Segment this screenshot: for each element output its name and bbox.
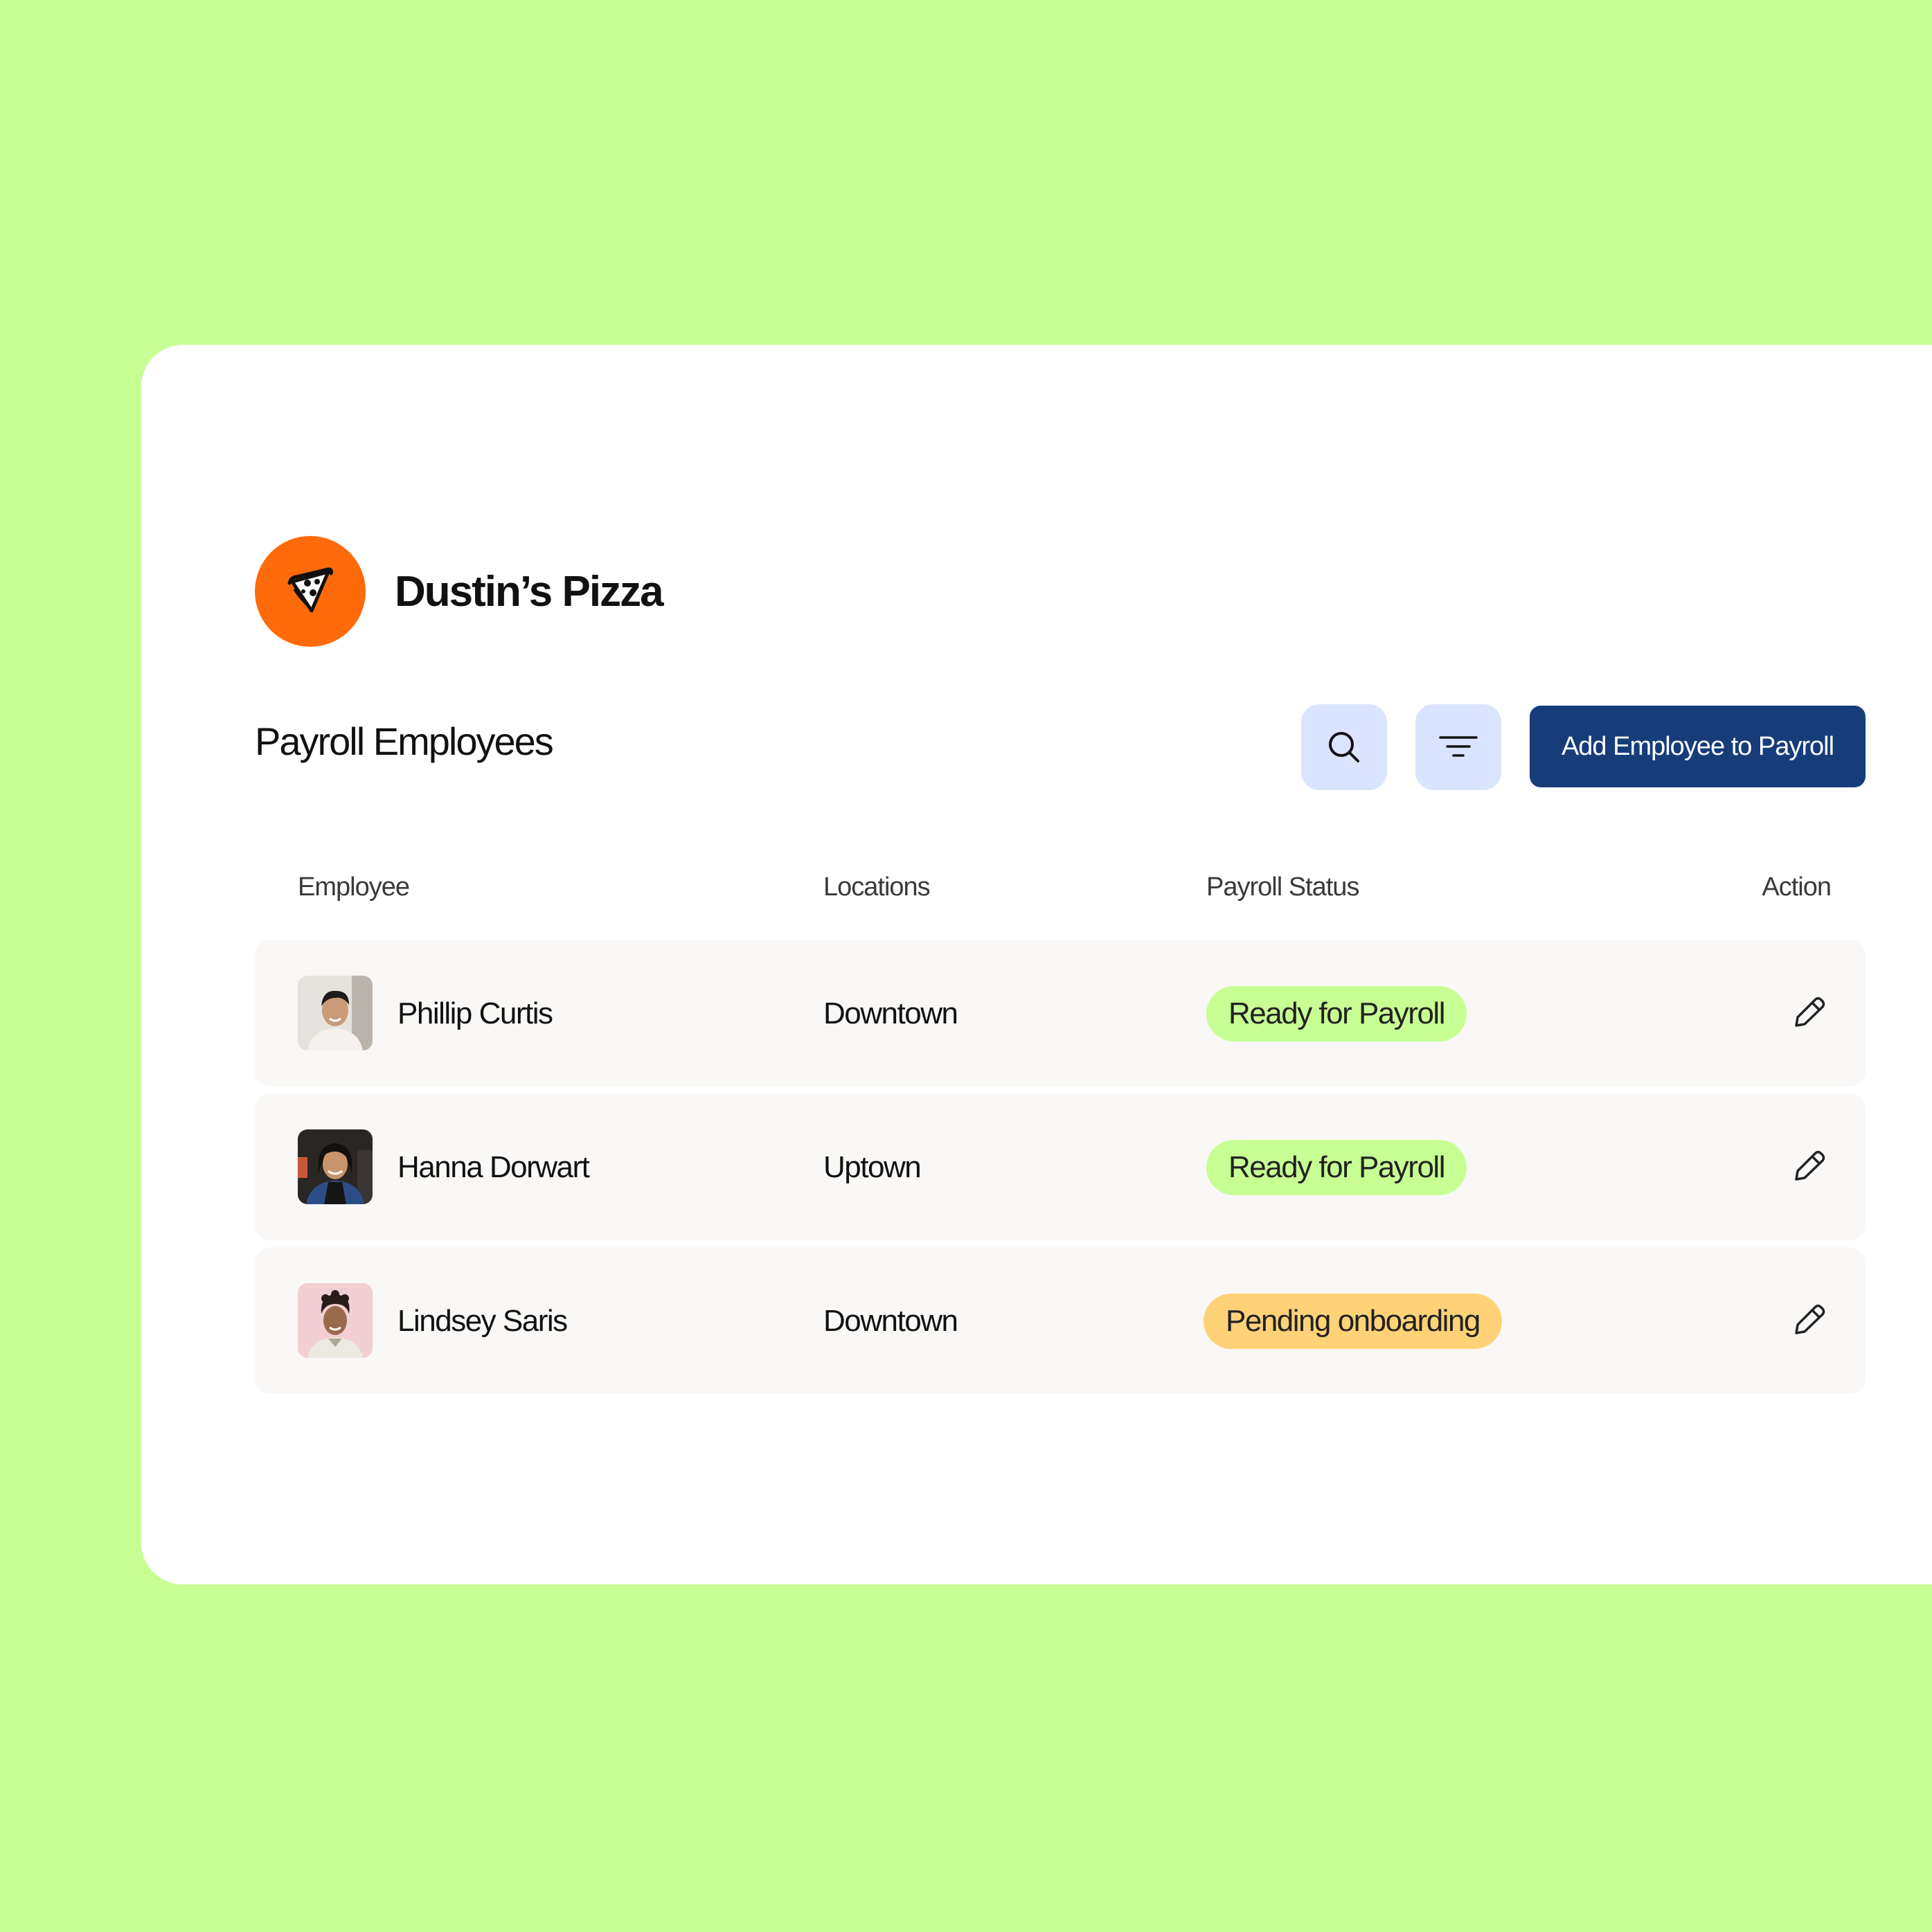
column-header-payroll-status: Payroll Status [1206, 873, 1359, 902]
pencil-edit-icon [1795, 1304, 1825, 1334]
brand-header: Dustin’s Pizza [255, 536, 664, 647]
employee-location: Downtown [823, 996, 958, 1030]
edit-button[interactable] [1782, 1294, 1835, 1347]
filter-button[interactable] [1415, 704, 1501, 790]
page-background: Dustin’s Pizza Payroll Employees Add Emp… [0, 0, 1932, 1932]
status-badge: Pending onboarding [1204, 1294, 1502, 1349]
edit-button[interactable] [1782, 1141, 1835, 1193]
search-button[interactable] [1301, 704, 1387, 790]
add-employee-button[interactable]: Add Employee to Payroll [1530, 706, 1866, 787]
pencil-edit-icon [1795, 996, 1825, 1027]
avatar [298, 976, 373, 1050]
table-row[interactable]: Hanna Dorwart Uptown Ready for Payroll [255, 1093, 1866, 1240]
employee-location: Downtown [823, 1304, 958, 1338]
search-icon [1329, 732, 1359, 762]
column-header-locations: Locations [823, 873, 931, 902]
table-row[interactable]: Lindsey Saris Downtown Pending onboardin… [255, 1247, 1866, 1394]
column-header-employee: Employee [298, 873, 410, 902]
brand-name: Dustin’s Pizza [395, 567, 664, 616]
employee-name: Hanna Dorwart [397, 1150, 590, 1184]
employee-location: Uptown [823, 1150, 922, 1184]
edit-button[interactable] [1782, 987, 1835, 1039]
pencil-edit-icon [1795, 1150, 1825, 1181]
avatar [298, 1129, 373, 1204]
employee-name: Lindsey Saris [397, 1304, 568, 1338]
status-badge: Ready for Payroll [1206, 1140, 1467, 1195]
status-badge: Ready for Payroll [1206, 986, 1467, 1041]
employee-name: Phillip Curtis [397, 996, 553, 1030]
avatar [298, 1283, 373, 1358]
table-row[interactable]: Phillip Curtis Downtown Ready for Payrol… [255, 940, 1866, 1086]
page-title: Payroll Employees [255, 719, 554, 763]
filter-icon [1439, 736, 1478, 757]
column-header-action: Action [1762, 873, 1832, 902]
pizza-slice-icon [255, 536, 366, 647]
payroll-card: Dustin’s Pizza Payroll Employees Add Emp… [141, 345, 1932, 1584]
